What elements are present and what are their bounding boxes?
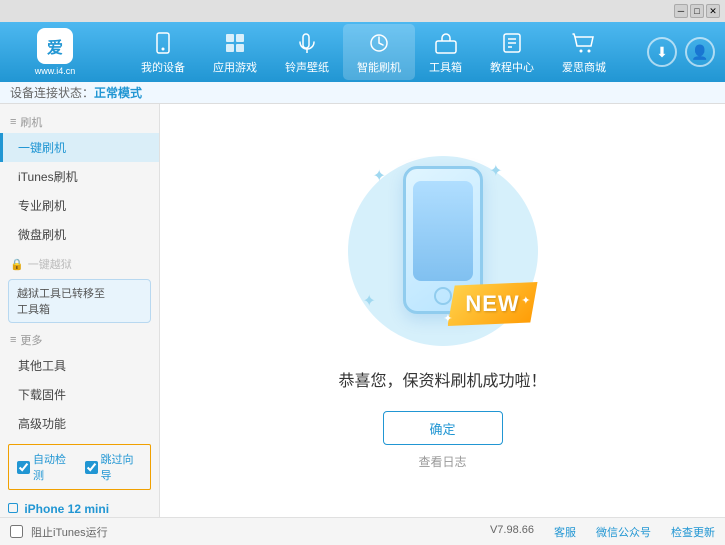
phone-screen (413, 181, 473, 281)
service-link[interactable]: 客服 (554, 524, 576, 540)
header-right: ⬇ 👤 (647, 37, 715, 67)
nav-items: 我的设备 应用游戏 铃声壁纸 智能刷机 工具箱 (100, 24, 647, 80)
itunes-block-checkbox[interactable] (10, 525, 23, 538)
log-link[interactable]: 查看日志 (418, 453, 466, 470)
close-button[interactable]: ✕ (706, 4, 720, 18)
nav-item-tutorials[interactable]: 教程中心 (476, 24, 548, 80)
user-button[interactable]: 👤 (685, 37, 715, 67)
device-small-icon (8, 503, 18, 513)
new-badge-text: NEW (465, 291, 519, 317)
success-message: 恭喜您，保资料刷机成功啦！ (338, 367, 546, 391)
tutorial-icon (498, 29, 526, 57)
device-storage: 64GB (8, 516, 151, 517)
toolbox-icon (432, 29, 460, 57)
checkbox-area: 自动检测 跳过向导 (8, 444, 151, 490)
badge-star-2: ✦ (443, 312, 452, 325)
header: 爱 www.i4.cn 我的设备 应用游戏 铃声壁纸 智能刷机 (0, 22, 725, 82)
sidebar-item-itunes-flash[interactable]: iTunes刷机 (0, 162, 159, 191)
sidebar-section-flash: ≡ 刷机 一键刷机 iTunes刷机 专业刷机 微盘刷机 (0, 109, 159, 249)
sidebar-section-more: ≡ 更多 其他工具 下载固件 高级功能 (0, 327, 159, 438)
ringtone-icon (293, 29, 321, 57)
lock-icon: 🔒 (10, 258, 24, 271)
maximize-button[interactable]: □ (690, 4, 704, 18)
wechat-link[interactable]: 微信公众号 (596, 524, 651, 540)
sidebar-item-advanced[interactable]: 高级功能 (0, 409, 159, 438)
status-strip: 设备连接状态： 正常模式 (0, 82, 725, 104)
section-icon-more: ≡ (10, 334, 16, 346)
minimize-button[interactable]: ─ (674, 4, 688, 18)
status-bar: 阻止iTunes运行 V7.98.66 客服 微信公众号 检查更新 (0, 517, 725, 545)
logo-area: 爱 www.i4.cn (10, 28, 100, 76)
sidebar-item-download-firmware[interactable]: 下载固件 (0, 380, 159, 409)
sidebar-item-micro-flash[interactable]: 微盘刷机 (0, 220, 159, 249)
skip-wizard-input[interactable] (85, 461, 98, 474)
store-icon (570, 29, 598, 57)
auto-detect-checkbox[interactable]: 自动检测 (17, 451, 75, 483)
confirm-button[interactable]: 确定 (383, 411, 503, 445)
success-illustration: ✦ ✦ ✦ NEW ✦ ✦ (343, 151, 543, 351)
section-title-flash: ≡ 刷机 (0, 109, 159, 133)
logo-text: www.i4.cn (35, 66, 76, 76)
badge-star-1: ✦ (521, 294, 530, 307)
device-name: iPhone 12 mini (8, 502, 151, 516)
skip-wizard-checkbox[interactable]: 跳过向导 (85, 451, 143, 483)
status-middle: V7.98.66 客服 微信公众号 检查更新 (363, 524, 716, 540)
main-area: ≡ 刷机 一键刷机 iTunes刷机 专业刷机 微盘刷机 🔒 一键越狱 越狱工具 (0, 104, 725, 517)
nav-item-ringtones[interactable]: 铃声壁纸 (271, 24, 343, 80)
logo-icon: 爱 (37, 28, 73, 64)
auto-detect-input[interactable] (17, 461, 30, 474)
content-area: ✦ ✦ ✦ NEW ✦ ✦ 恭喜您，保资料刷机成功啦！ 确定 查看日志 (160, 104, 725, 517)
device-icon (149, 29, 177, 57)
download-button[interactable]: ⬇ (647, 37, 677, 67)
nav-item-flash[interactable]: 智能刷机 (343, 24, 415, 80)
itunes-block-label: 阻止iTunes运行 (31, 524, 108, 540)
sidebar-item-onekey-flash[interactable]: 一键刷机 (0, 133, 159, 162)
nav-item-apps[interactable]: 应用游戏 (199, 24, 271, 80)
section-icon-flash: ≡ (10, 116, 16, 128)
sidebar-item-other-tools[interactable]: 其他工具 (0, 351, 159, 380)
sidebar-section-jailbreak: 🔒 一键越狱 越狱工具已转移至 工具箱 (0, 251, 159, 323)
status-value: 正常模式 (94, 84, 142, 101)
nav-item-my-device[interactable]: 我的设备 (127, 24, 199, 80)
sparkle-1: ✦ (373, 166, 386, 186)
phone-home-button (434, 287, 452, 305)
nav-item-tools[interactable]: 工具箱 (415, 24, 476, 80)
sparkle-3: ✦ (363, 291, 376, 311)
sidebar: ≡ 刷机 一键刷机 iTunes刷机 专业刷机 微盘刷机 🔒 一键越狱 越狱工具 (0, 104, 160, 517)
jailbreak-notice: 越狱工具已转移至 工具箱 (8, 279, 151, 323)
flash-icon (365, 29, 393, 57)
nav-item-store[interactable]: 爱思商城 (548, 24, 620, 80)
version-label: V7.98.66 (490, 524, 534, 540)
device-info: iPhone 12 mini 64GB Down-12mini-13,1 (0, 496, 159, 517)
sparkle-2: ✦ (489, 161, 502, 181)
section-title-more: ≡ 更多 (0, 327, 159, 351)
status-label: 设备连接状态： (10, 84, 94, 101)
section-title-jailbreak: 🔒 一键越狱 (0, 251, 159, 275)
update-link[interactable]: 检查更新 (671, 524, 715, 540)
apps-icon (221, 29, 249, 57)
status-left: 阻止iTunes运行 (10, 524, 363, 540)
title-bar: ─ □ ✕ (0, 0, 725, 22)
sidebar-item-pro-flash[interactable]: 专业刷机 (0, 191, 159, 220)
section-label-flash: 刷机 (20, 114, 42, 130)
